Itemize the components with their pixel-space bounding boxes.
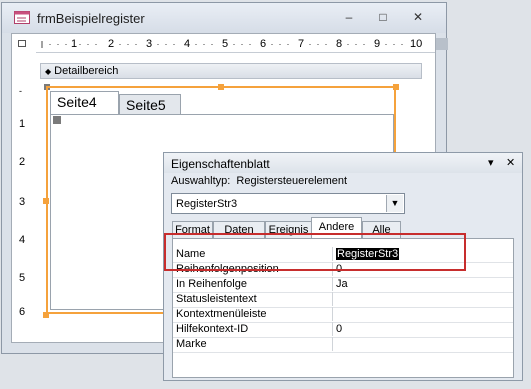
tab-seite4[interactable]: Seite4 <box>50 91 119 115</box>
vruler-tick: - <box>19 86 22 96</box>
ruler-label: 1 <box>71 38 78 50</box>
horizontal-ruler: 1 2 3 4 5 6 7 8 9 10 <box>36 36 435 53</box>
resize-handle[interactable] <box>218 84 224 90</box>
selection-type-label: Auswahltyp: Registersteuerelement <box>171 175 348 187</box>
section-collapse-icon: ◆ <box>45 67 52 76</box>
ruler-label: 3 <box>146 38 153 50</box>
form-title: frmBeispielregister <box>37 11 145 26</box>
ruler-label: 5 <box>222 38 229 50</box>
ruler-corner <box>14 36 32 52</box>
vruler-label: 5 <box>19 272 26 284</box>
form-titlebar[interactable]: frmBeispielregister – □ ✕ <box>2 3 446 33</box>
form-icon <box>14 11 30 24</box>
property-name: Statusleistentext <box>176 292 333 306</box>
ruler-label: 7 <box>298 38 305 50</box>
close-button[interactable]: ✕ <box>408 8 428 26</box>
property-sheet-title: Eigenschaftenblatt <box>171 157 270 171</box>
ruler-label: 9 <box>374 38 381 50</box>
property-value[interactable] <box>336 292 511 306</box>
property-name: Marke <box>176 337 333 351</box>
close-icon[interactable]: ✕ <box>506 156 515 169</box>
vruler-label: 6 <box>19 306 26 318</box>
ruler-label: 6 <box>260 38 267 50</box>
object-selector-value: RegisterStr3 <box>176 198 238 210</box>
property-sheet-titlebar[interactable]: Eigenschaftenblatt ▾ ✕ <box>164 153 522 173</box>
property-value[interactable] <box>336 337 511 351</box>
detail-section-bar[interactable]: ◆ Detailbereich <box>40 63 422 79</box>
property-row[interactable]: Marke <box>173 337 513 353</box>
ruler-label: 4 <box>184 38 191 50</box>
property-row[interactable]: In Reihenfolge Ja <box>173 277 513 293</box>
ruler-label: 2 <box>108 38 115 50</box>
page-move-handle[interactable] <box>53 116 61 124</box>
resize-handle[interactable] <box>393 84 399 90</box>
resize-handle[interactable] <box>43 198 49 204</box>
vruler-label: 4 <box>19 234 26 246</box>
vruler-label: 3 <box>19 196 26 208</box>
property-row[interactable]: Statusleistentext <box>173 292 513 308</box>
chevron-down-icon[interactable]: ▼ <box>386 195 403 212</box>
ruler-label: 8 <box>336 38 343 50</box>
section-label: Detailbereich <box>54 65 119 77</box>
vertical-ruler: - 1 2 3 4 5 6 <box>14 78 32 340</box>
ruler-scroll-corner <box>436 38 448 50</box>
property-value[interactable] <box>336 307 511 321</box>
resize-handle[interactable] <box>43 312 49 318</box>
vruler-label: 1 <box>19 118 26 130</box>
object-selector-combo[interactable]: RegisterStr3 ▼ <box>171 193 405 214</box>
annotation-highlight-box <box>164 233 466 271</box>
ruler-label: 10 <box>410 38 423 50</box>
property-name: Hilfekontext-ID <box>176 322 333 336</box>
property-value[interactable]: 0 <box>336 322 511 336</box>
minimize-button[interactable]: – <box>339 8 359 26</box>
property-name: Kontextmenüleiste <box>176 307 333 321</box>
property-row[interactable]: Hilfekontext-ID 0 <box>173 322 513 338</box>
property-row[interactable]: Kontextmenüleiste <box>173 307 513 323</box>
property-value[interactable]: Ja <box>336 277 511 291</box>
maximize-button[interactable]: □ <box>373 8 393 26</box>
property-name: In Reihenfolge <box>176 277 333 291</box>
tab-seite5[interactable]: Seite5 <box>119 94 181 116</box>
vruler-label: 2 <box>19 156 26 168</box>
dropdown-icon[interactable]: ▾ <box>488 156 494 169</box>
